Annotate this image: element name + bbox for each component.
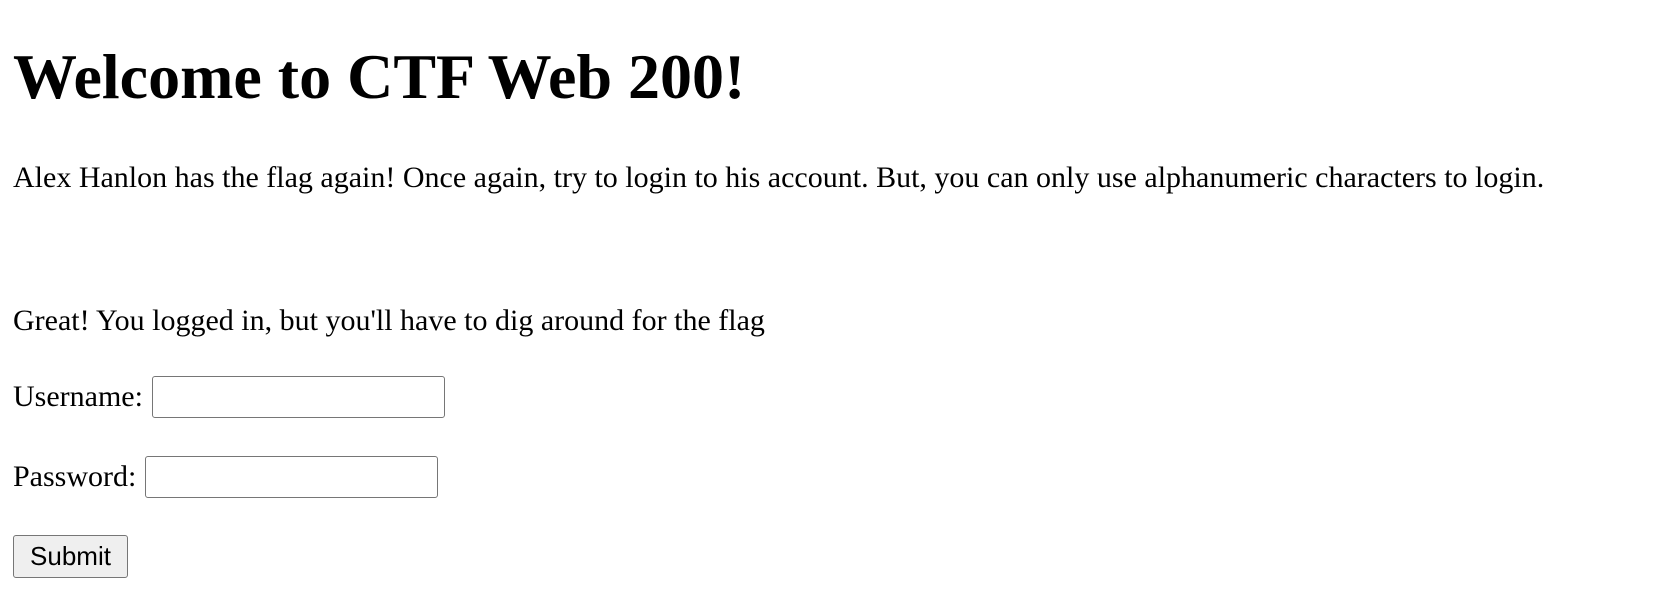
username-input[interactable] [151, 376, 445, 418]
submit-button[interactable]: Submit [13, 535, 128, 578]
intro-text: Alex Hanlon has the flag again! Once aga… [13, 161, 1545, 194]
password-label: Password: [13, 460, 137, 493]
status-message: Great! You logged in, but you'll have to… [13, 304, 765, 337]
page-title: Welcome to CTF Web 200! [13, 41, 746, 112]
username-row: Username: [13, 376, 445, 418]
password-input[interactable] [145, 456, 439, 498]
password-row: Password: [13, 456, 439, 498]
page: Welcome to CTF Web 200! Alex Hanlon has … [0, 0, 1660, 616]
username-label: Username: [13, 380, 143, 413]
